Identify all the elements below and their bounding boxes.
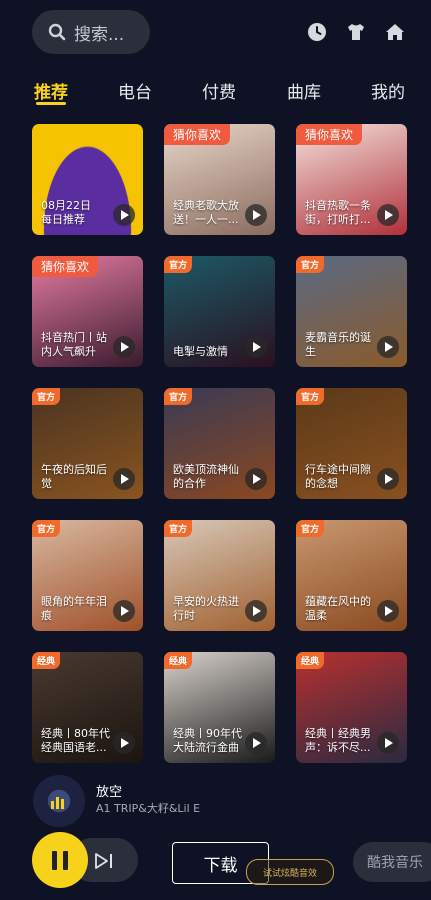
sound-effect-badge[interactable]: 试试炫酷音效 [246, 859, 334, 885]
card-badge: 经典 [164, 652, 193, 669]
song-title[interactable]: 放空 [96, 781, 122, 800]
play-icon[interactable] [377, 468, 399, 490]
playlist-card[interactable]: 猜你喜欢经典老歌大放送！一人一... [164, 124, 275, 235]
tab-library[interactable]: 曲库 [287, 78, 321, 103]
card-title: 抖音热歌一条街，打听打... [305, 199, 371, 226]
playlist-card[interactable]: 官方欧美顶流神仙的合作 [164, 388, 275, 499]
card-badge: 官方 [32, 388, 61, 405]
card-title: 麦霸音乐的诞生 [305, 331, 371, 358]
card-badge: 猜你喜欢 [296, 124, 363, 145]
card-title: 08月22日 每日推荐 [41, 199, 91, 226]
play-icon[interactable] [245, 468, 267, 490]
playlist-card[interactable]: 官方午夜的后知后觉 [32, 388, 143, 499]
mini-player: 放空 A1 TRIP&大籽&Lil E 下载 试试炫酷音效 酷我音乐 [0, 768, 431, 900]
playlist-card[interactable]: 官方电掣与激情 [164, 256, 275, 367]
card-title: 午夜的后知后觉 [41, 463, 107, 490]
play-icon[interactable] [113, 204, 135, 226]
play-icon[interactable] [245, 732, 267, 754]
card-title: 抖音热门丨站内人气飙升1... [41, 331, 107, 358]
card-badge: 猜你喜欢 [164, 124, 231, 145]
play-icon[interactable] [113, 336, 135, 358]
history-clock-icon[interactable] [306, 21, 328, 43]
playlist-card[interactable]: 经典经典丨经典男声：诉不尽... [296, 652, 407, 763]
playlist-card[interactable]: 猜你喜欢抖音热歌一条街，打听打... [296, 124, 407, 235]
search-box[interactable]: 搜索... [32, 10, 150, 54]
play-icon[interactable] [113, 468, 135, 490]
card-title: 蕴藏在风中的温柔 [305, 595, 371, 622]
card-title: 经典老歌大放送！一人一... [173, 199, 239, 226]
top-bar: 搜索... [0, 0, 431, 62]
play-icon[interactable] [245, 600, 267, 622]
play-icon[interactable] [377, 336, 399, 358]
card-title: 经典丨80年代经典国语老... [41, 727, 110, 754]
card-badge: 官方 [164, 256, 193, 273]
card-title: 早安的火热进行时 [173, 595, 239, 622]
card-badge: 官方 [296, 520, 325, 537]
next-track-icon[interactable] [94, 852, 114, 870]
card-badge: 官方 [164, 388, 193, 405]
home-icon[interactable] [384, 21, 406, 43]
equalizer-icon [51, 797, 64, 809]
tab-paid[interactable]: 付费 [202, 78, 236, 103]
search-icon [48, 23, 66, 41]
card-title: 经典丨经典男声：诉不尽... [305, 727, 371, 754]
active-tab-indicator [36, 102, 66, 105]
card-badge: 猜你喜欢 [32, 256, 99, 277]
card-title: 经典丨90年代大陆流行金曲 [173, 727, 242, 754]
card-badge: 官方 [164, 520, 193, 537]
playlist-card[interactable]: 官方行车途中间隙的念想 [296, 388, 407, 499]
card-title: 电掣与激情 [173, 345, 228, 358]
tab-radio[interactable]: 电台 [118, 78, 152, 103]
nav-tabs: 推荐 电台 付费 曲库 我的 [0, 74, 431, 110]
play-icon[interactable] [377, 204, 399, 226]
search-placeholder: 搜索... [74, 24, 125, 45]
tshirt-skin-icon[interactable] [345, 21, 367, 43]
tab-recommend[interactable]: 推荐 [34, 78, 68, 103]
play-icon[interactable] [113, 732, 135, 754]
playlist-card[interactable]: 经典经典丨80年代经典国语老... [32, 652, 143, 763]
tab-mine[interactable]: 我的 [371, 78, 405, 103]
playlist-card[interactable]: 官方蕴藏在风中的温柔 [296, 520, 407, 631]
play-icon[interactable] [245, 204, 267, 226]
playlist-card[interactable]: 08月22日 每日推荐 [32, 124, 143, 235]
card-badge: 官方 [296, 388, 325, 405]
playlist-card[interactable]: 官方早安的火热进行时 [164, 520, 275, 631]
playlist-card[interactable]: 猜你喜欢抖音热门丨站内人气飙升1... [32, 256, 143, 367]
card-badge: 官方 [32, 520, 61, 537]
song-artist[interactable]: A1 TRIP&大籽&Lil E [96, 800, 200, 816]
card-badge: 官方 [296, 256, 325, 273]
album-cover[interactable] [33, 775, 85, 827]
playlist-card[interactable]: 经典经典丨90年代大陆流行金曲 [164, 652, 275, 763]
kuwo-music-button[interactable]: 酷我音乐 [353, 842, 431, 882]
play-icon[interactable] [377, 732, 399, 754]
play-icon[interactable] [245, 336, 267, 358]
card-title: 行车途中间隙的念想 [305, 463, 371, 490]
play-icon[interactable] [113, 600, 135, 622]
play-icon[interactable] [377, 600, 399, 622]
playlist-card[interactable]: 官方眼角的年年泪痕 [32, 520, 143, 631]
card-badge: 经典 [32, 652, 61, 669]
card-title: 欧美顶流神仙的合作 [173, 463, 239, 490]
pause-button[interactable] [32, 832, 88, 888]
card-title: 眼角的年年泪痕 [41, 595, 107, 622]
playlist-card[interactable]: 官方麦霸音乐的诞生 [296, 256, 407, 367]
card-badge: 经典 [296, 652, 325, 669]
